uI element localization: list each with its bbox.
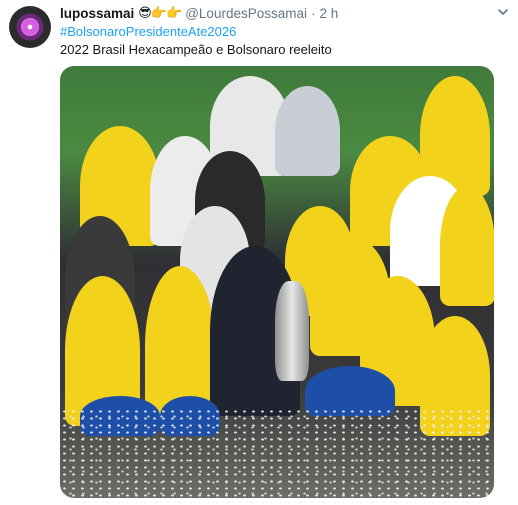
user-handle[interactable]: @LourdesPossamai (185, 6, 307, 21)
trophy (275, 281, 309, 381)
hashtag-link[interactable]: #BolsonaroPresidenteAte2026 (60, 24, 236, 39)
photo-figure (440, 186, 494, 306)
username[interactable]: lupossamai (60, 6, 134, 21)
separator-dot: · (310, 5, 316, 21)
flower-avatar-icon (22, 19, 38, 35)
tweet-photo[interactable] (60, 66, 494, 498)
confetti-ground (60, 408, 494, 498)
avatar[interactable] (9, 6, 51, 48)
tweet-timestamp[interactable]: 2 h (319, 6, 338, 21)
username-emojis: 😎👉👉 (138, 5, 182, 21)
tweet-header: lupossamai 😎👉👉 @LourdesPossamai · 2 h (60, 4, 488, 22)
tweet-text: 2022 Brasil Hexacampeão e Bolsonaro reel… (60, 42, 332, 57)
chevron-down-icon[interactable] (496, 5, 510, 19)
photo-figure (275, 86, 340, 176)
